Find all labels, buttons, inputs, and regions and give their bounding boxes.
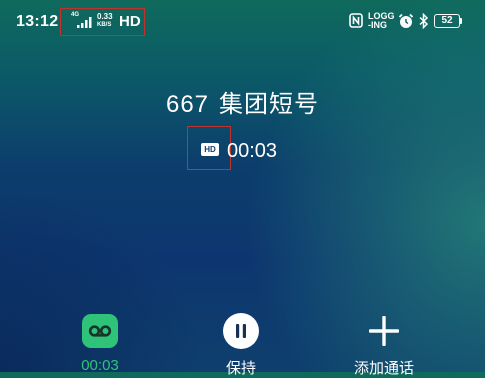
logging-indicator: LOGG -ING	[368, 12, 395, 30]
add-call-button[interactable]	[366, 313, 402, 349]
call-duration: 00:03	[227, 140, 278, 162]
plus-icon	[369, 316, 399, 346]
record-button[interactable]	[82, 314, 118, 348]
hold-label: 保持	[225, 360, 256, 377]
record-timer-label: 00:03	[81, 357, 119, 374]
nfc-icon	[349, 13, 363, 28]
caller-info: 667 集团短号	[0, 84, 485, 119]
logging-line2: -ING	[368, 20, 387, 30]
signal-bars-icon	[77, 17, 92, 28]
network-speed-value: 0.33	[97, 12, 113, 21]
battery-cap	[460, 18, 462, 24]
network-speed-unit: KB/S	[97, 22, 112, 28]
caller-name: 集团短号	[219, 91, 320, 118]
alarm-clock-icon	[398, 13, 414, 28]
hd-voice-status: HD	[119, 13, 141, 30]
bluetooth-icon	[419, 13, 429, 29]
add-call-label: 添加通话	[353, 360, 414, 377]
pause-icon	[236, 324, 246, 338]
battery-level: 52	[441, 15, 453, 26]
hold-button[interactable]	[223, 313, 259, 349]
record-icon	[88, 325, 112, 337]
status-time: 13:12	[16, 13, 59, 30]
status-bar: 13:12 4G 0.33 KB/S HD LOGG -ING 52	[0, 0, 485, 44]
hd-call-badge: HD	[201, 143, 219, 156]
caller-number: 667	[165, 91, 210, 118]
network-speed: 0.33 KB/S	[97, 13, 113, 29]
